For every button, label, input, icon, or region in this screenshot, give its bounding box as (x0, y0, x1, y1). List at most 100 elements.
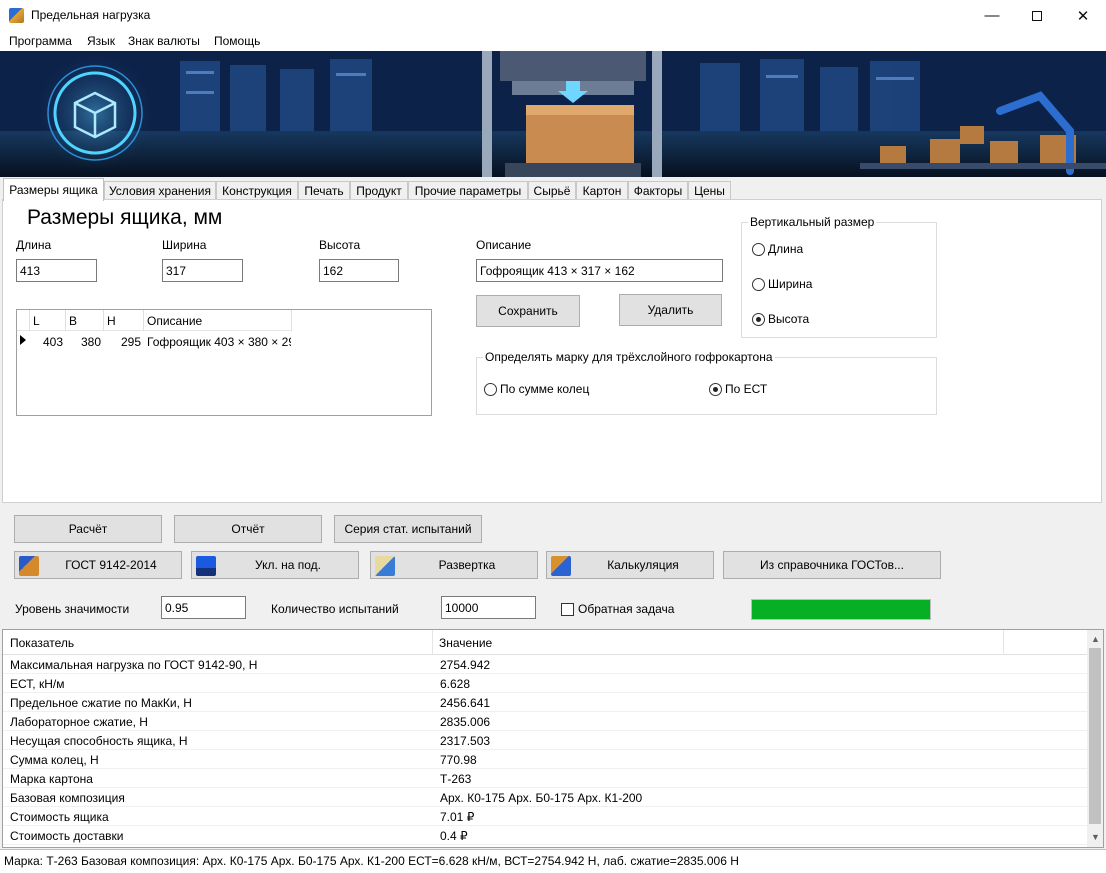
unfold-button[interactable]: Развертка (370, 551, 538, 579)
radio-width-icon (752, 277, 765, 291)
mark-radio-ring-sum[interactable]: По сумме колец (484, 382, 589, 396)
tab-cardboard[interactable]: Картон (576, 181, 628, 200)
table-row[interactable]: Лабораторное сжатие, Н 2835.006 (3, 712, 1088, 731)
grid-header-l: L (33, 314, 40, 328)
menu-language[interactable]: Язык (87, 34, 115, 48)
result-indicator: Максимальная нагрузка по ГОСТ 9142-90, Н (10, 658, 258, 672)
tab-prices[interactable]: Цены (688, 181, 731, 200)
app-box-icon (9, 8, 24, 23)
grid-header: L B H Описание (17, 310, 292, 331)
tab-construction[interactable]: Конструкция (216, 181, 298, 200)
result-indicator: Сумма колец, Н (10, 753, 99, 767)
table-row[interactable]: Стоимость доставки 0.4 ₽ (3, 826, 1088, 845)
pallet-stacking-button[interactable]: Укл. на под. (191, 551, 359, 579)
result-indicator: Марка картона (10, 772, 93, 786)
tab-printing[interactable]: Печать (298, 181, 350, 200)
result-value: Арх. К0-175 Арх. Б0-175 Арх. К1-200 (440, 791, 643, 805)
tab-box-dimensions[interactable]: Размеры ящика (3, 178, 104, 201)
delete-button[interactable]: Удалить (619, 294, 722, 326)
scroll-down-icon[interactable]: ▼ (1091, 832, 1100, 842)
minimize-button[interactable]: — (969, 0, 1015, 31)
menu-program[interactable]: Программа (9, 34, 72, 48)
vertical-size-title: Вертикальный размер (748, 215, 877, 229)
tab-factors[interactable]: Факторы (628, 181, 688, 200)
table-row[interactable]: ЕСТ, кН/м 6.628 (3, 674, 1088, 693)
radio-ect-icon (709, 382, 722, 396)
row-selector-icon (20, 335, 26, 345)
report-button[interactable]: Отчёт (174, 515, 322, 543)
tab-raw-materials[interactable]: Сырьё (528, 181, 576, 200)
tab-product[interactable]: Продукт (350, 181, 408, 200)
table-row[interactable]: Максимальная нагрузка по ГОСТ 9142-90, Н… (3, 655, 1088, 674)
gost-reference-button[interactable]: Из справочника ГОСТов... (723, 551, 941, 579)
results-scrollbar[interactable]: ▲ ▼ (1087, 630, 1103, 847)
result-value: 7.01 ₽ (440, 810, 475, 824)
close-button[interactable]: ✕ (1060, 0, 1106, 31)
checkbox-icon (561, 602, 574, 616)
vertical-radio-length[interactable]: Длина (752, 242, 803, 256)
radio-height-icon (752, 312, 765, 326)
calculate-button[interactable]: Расчёт (14, 515, 162, 543)
significance-label: Уровень значимости (15, 602, 130, 616)
saved-sizes-grid[interactable]: L B H Описание 403 380 295 Гофроящик 403… (16, 309, 432, 416)
grid-cell-h: 295 (120, 335, 141, 349)
height-label: Высота (319, 238, 361, 252)
warehouse-press-illustration (0, 51, 1106, 177)
calculator-icon (551, 556, 571, 576)
title-bar: Предельная нагрузка — ✕ (0, 0, 1106, 31)
progress-fill (752, 600, 930, 619)
table-row[interactable]: Марка картона Т-263 (3, 769, 1088, 788)
length-input[interactable]: 413 (16, 259, 97, 282)
result-indicator: Базовая композиция (10, 791, 125, 805)
table-row[interactable]: Сумма колец, Н 770.98 (3, 750, 1088, 769)
unfold-icon (375, 556, 395, 576)
panel-heading: Размеры ящика, мм (27, 206, 223, 229)
gost-9142-button[interactable]: ГОСТ 9142-2014 (14, 551, 182, 579)
save-button[interactable]: Сохранить (476, 295, 580, 327)
mark-radio-ect[interactable]: По ЕСТ (709, 382, 767, 396)
table-row[interactable]: Базовая композиция Арх. К0-175 Арх. Б0-17… (3, 788, 1088, 807)
minimize-icon: — (984, 7, 1000, 24)
vertical-radio-width[interactable]: Ширина (752, 277, 812, 291)
tests-count-label: Количество испытаний (271, 602, 399, 616)
maximize-button[interactable] (1014, 0, 1060, 31)
table-row[interactable]: Предельное сжатие по МакКи, Н 2456.641 (3, 693, 1088, 712)
costing-label: Калькуляция (607, 558, 679, 572)
tests-count-input[interactable]: 10000 (441, 596, 536, 619)
width-input[interactable]: 317 (162, 259, 243, 282)
maximize-icon (1032, 10, 1042, 21)
table-row[interactable]: Несущая способность ящика, Н 2317.503 (3, 731, 1088, 750)
tab-storage-conditions[interactable]: Условия хранения (104, 181, 216, 200)
inverse-task-checkbox[interactable]: Обратная задача (561, 602, 674, 616)
results-list[interactable]: Показатель Значение Максимальная нагрузк… (2, 629, 1104, 848)
test-series-button[interactable]: Серия стат. испытаний (334, 515, 482, 543)
box-icon (19, 556, 39, 576)
inverse-task-label: Обратная задача (578, 602, 675, 616)
menu-help[interactable]: Помощь (214, 34, 260, 48)
results-header-value: Значение (439, 636, 493, 650)
vertical-size-group: Вертикальный размер Длина Ширина Высота (741, 215, 937, 338)
table-row[interactable]: Стоимость ящика 7.01 ₽ (3, 807, 1088, 826)
description-input[interactable]: Гофроящик 413 × 317 × 162 (476, 259, 723, 282)
tab-strip: Размеры ящика Условия хранения Конструкц… (0, 178, 1106, 201)
scroll-thumb[interactable] (1089, 648, 1101, 824)
menu-currency[interactable]: Знак валюты (128, 34, 200, 48)
gost-9142-label: ГОСТ 9142-2014 (65, 558, 157, 572)
tab-other-parameters[interactable]: Прочие параметры (408, 181, 528, 200)
close-icon: ✕ (1076, 7, 1090, 25)
grid-header-description: Описание (147, 314, 203, 328)
status-text: Марка: Т-263 Базовая композиция: Арх. К0… (4, 854, 739, 868)
result-indicator: Стоимость доставки (10, 829, 124, 843)
table-row[interactable]: 403 380 295 Гофроящик 403 × 380 × 295 (17, 331, 292, 351)
vertical-radio-height[interactable]: Высота (752, 312, 809, 326)
costing-button[interactable]: Калькуляция (546, 551, 714, 579)
height-input[interactable]: 162 (319, 259, 399, 282)
scroll-up-icon[interactable]: ▲ (1091, 634, 1100, 644)
result-value: 2317.503 (440, 734, 491, 748)
vertical-height-label: Высота (768, 312, 810, 326)
significance-input[interactable]: 0.95 (161, 596, 246, 619)
grid-cell-l: 403 (42, 335, 63, 349)
grid-cell-b: 380 (80, 335, 101, 349)
width-label: Ширина (162, 238, 207, 252)
progress-bar (751, 599, 931, 620)
